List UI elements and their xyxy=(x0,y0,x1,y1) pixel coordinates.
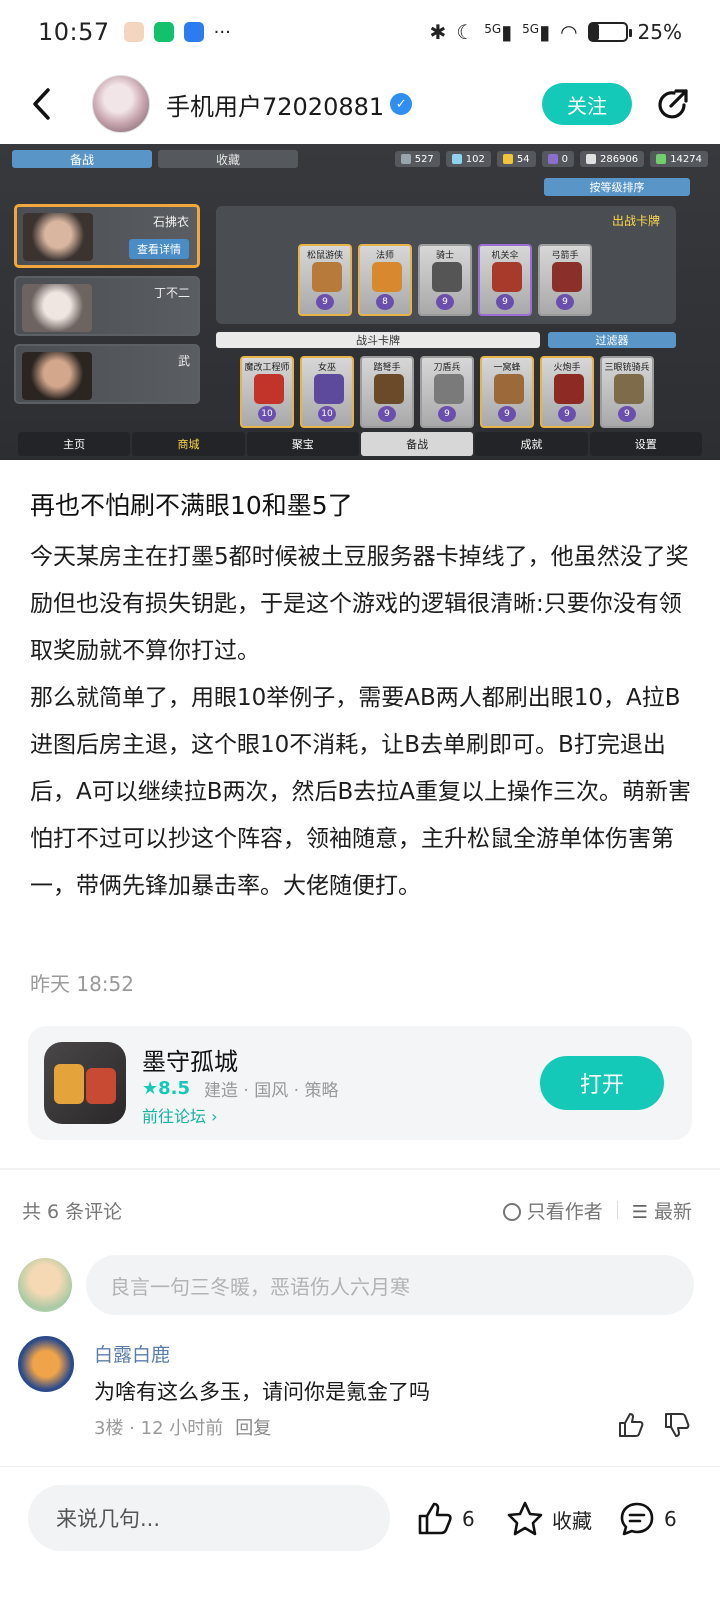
game-battle-cards: 魔改工程师 10 女巫 10 踏弩手 9 刀盾兵 9 一窝蜂 9 火炮手 9 三眼铳骑兵 9 xyxy=(240,356,654,428)
game-card: 机关伞 9 xyxy=(478,244,532,316)
post-title: 再也不怕刷不满眼10和墨5了 xyxy=(30,491,353,520)
post-body: 今天某房主在打墨5都时候被土豆服务器卡掉线了，他虽然没了奖励但也没有损失钥匙，于… xyxy=(30,534,692,910)
game-resource: 54 xyxy=(496,151,536,167)
game-resource: 286906 xyxy=(580,151,645,167)
game-top-bar: 备战 收藏 527 102 54 0 286906 14274 xyxy=(0,148,720,170)
game-hero-card: 武 xyxy=(14,344,200,404)
radio-icon xyxy=(502,1203,521,1221)
game-app-card[interactable]: 墨守孤城 ★8.5 建造 · 国风 · 策略 前往论坛 › 打开 xyxy=(28,1026,692,1140)
share-icon[interactable] xyxy=(654,85,692,123)
game-card: 女巫 10 xyxy=(300,356,354,428)
favorite-label: 收藏 xyxy=(552,1508,592,1533)
game-bottom-nav: 主页 商城 聚宝 备战 成就 设置 xyxy=(0,432,720,456)
game-card: 魔改工程师 10 xyxy=(240,356,294,428)
post-paragraph: 那么就简单了，用眼10举例子，需要AB两人都刷出眼10，A拉B进图后房主退，这个… xyxy=(30,685,692,899)
commenter-avatar[interactable] xyxy=(18,1336,74,1392)
battery-percent: 25% xyxy=(637,20,682,44)
game-sort-button: 按等级排序 xyxy=(544,178,690,196)
author-name[interactable]: 手机用户72020881 xyxy=(166,87,384,122)
comment-meta: 3楼 · 12 小时前 回复 xyxy=(94,1414,271,1440)
game-card: 弓箭手 9 xyxy=(538,244,592,316)
back-button[interactable] xyxy=(30,84,66,124)
comment-text: 为啥有这么多玉，请问你是氪金了吗 xyxy=(94,1380,430,1404)
game-hero-list: 石拂衣 查看详情 丁不二 武 xyxy=(14,204,200,412)
game-deck-cards: 松鼠游侠 9 法师 8 骑士 9 机关伞 9 弓箭手 9 xyxy=(298,244,592,316)
game-tags: 建造 · 国风 · 策略 xyxy=(204,1081,339,1101)
favorite-button[interactable]: 收藏 xyxy=(506,1499,592,1539)
game-card: 骑士 9 xyxy=(418,244,472,316)
game-card: 松鼠游侠 9 xyxy=(298,244,352,316)
forum-link[interactable]: 前往论坛 › xyxy=(142,1103,218,1127)
thumbs-up-icon[interactable] xyxy=(616,1410,646,1440)
post-timestamp: 昨天 18:52 xyxy=(30,972,134,996)
post-paragraph: 今天某房主在打墨5都时候被土豆服务器卡掉线了，他虽然没了奖励但也没有损失钥匙，于… xyxy=(30,544,689,664)
thumbs-up-icon xyxy=(418,1502,452,1535)
back-arrow-icon xyxy=(33,88,50,120)
comment-floor-time: 3楼 · 12 小时前 xyxy=(94,1418,224,1439)
bluetooth-icon: ✱ xyxy=(429,20,447,44)
game-deck-panel: 出战卡牌 松鼠游侠 9 法师 8 骑士 9 机关伞 9 弓箭手 9 xyxy=(216,206,676,324)
game-card: 法师 8 xyxy=(358,244,412,316)
game-rating: ★8.5 xyxy=(142,1078,191,1099)
chevron-right-icon: › xyxy=(211,1107,218,1126)
comment-bubble-icon xyxy=(620,1502,654,1536)
status-time: 10:57 xyxy=(38,18,110,46)
my-avatar xyxy=(18,1258,72,1312)
sort-icon: ☰ xyxy=(631,1201,648,1223)
game-app-name: 墨守孤城 xyxy=(142,1048,238,1076)
game-app-icon xyxy=(44,1042,126,1124)
game-hero-card: 石拂衣 查看详情 xyxy=(14,204,200,268)
post-header: 手机用户72020881 ✓ 关注 xyxy=(0,66,720,142)
divider xyxy=(616,1201,618,1219)
comment-count: 共 6 条评论 xyxy=(22,1200,123,1223)
game-resource: 0 xyxy=(541,151,574,167)
author-only-toggle[interactable]: 只看作者 xyxy=(502,1197,603,1224)
game-card: 踏弩手 9 xyxy=(360,356,414,428)
wifi-icon: ◠ xyxy=(560,20,578,44)
game-app-meta: ★8.5 建造 · 国风 · 策略 xyxy=(142,1076,338,1101)
wechat-icon xyxy=(153,22,174,42)
like-count: 6 xyxy=(462,1507,475,1531)
cloud-app-icon xyxy=(183,22,204,42)
verified-badge-icon: ✓ xyxy=(390,93,413,115)
section-divider xyxy=(0,1168,720,1170)
comment-input-row: 良言一句三冬暖，恶语伤人六月寒 xyxy=(18,1254,694,1316)
game-battle-cards-bar: 战斗卡牌 过滤器 xyxy=(216,332,676,348)
bottom-comment-input[interactable]: 来说几句... xyxy=(28,1485,390,1551)
comment-button[interactable]: 6 xyxy=(618,1499,677,1539)
game-resource: 14274 xyxy=(650,151,708,167)
follow-button[interactable]: 关注 xyxy=(542,83,632,125)
open-game-button[interactable]: 打开 xyxy=(540,1056,664,1110)
post-image-game-screenshot[interactable]: 备战 收藏 527 102 54 0 286906 14274 按等级排序 石拂… xyxy=(0,144,720,460)
thumbs-down-icon[interactable] xyxy=(662,1410,692,1440)
star-icon xyxy=(507,1501,543,1536)
game-card: 刀盾兵 9 xyxy=(420,356,474,428)
signal-icon-1: 5G▮ xyxy=(484,20,513,44)
game-card: 一窝蜂 9 xyxy=(480,356,534,428)
bottom-action-bar: 来说几句... 6 收藏 6 xyxy=(0,1466,720,1601)
do-not-disturb-icon: ☾ xyxy=(456,20,475,44)
game-resource: 102 xyxy=(445,151,491,167)
like-button[interactable]: 6 xyxy=(416,1499,475,1539)
reply-button[interactable]: 回复 xyxy=(235,1414,271,1440)
battery-icon xyxy=(587,22,632,42)
comment-item: 白露白鹿 为啥有这么多玉，请问你是氪金了吗 3楼 · 12 小时前 回复 xyxy=(18,1336,694,1446)
comment-input[interactable]: 良言一句三冬暖，恶语伤人六月寒 xyxy=(86,1255,694,1315)
game-card: 火炮手 9 xyxy=(540,356,594,428)
sort-button[interactable]: ☰ 最新 xyxy=(632,1197,692,1224)
qq-icon xyxy=(123,22,144,42)
game-card: 三眼铳骑兵 9 xyxy=(600,356,654,428)
more-notifications: ··· xyxy=(213,21,231,43)
signal-icon-2: 5G▮ xyxy=(522,20,551,44)
status-app-icons: ··· xyxy=(123,21,231,43)
game-hero-card: 丁不二 xyxy=(14,276,200,336)
game-tab-prepare: 备战 xyxy=(12,150,152,168)
commenter-name[interactable]: 白露白鹿 xyxy=(94,1340,170,1367)
game-resource: 527 xyxy=(394,151,440,167)
comment-count-bottom: 6 xyxy=(664,1507,677,1531)
status-bar: 10:57 ··· ✱ ☾ 5G▮ 5G▮ ◠ 25% xyxy=(0,0,720,64)
comments-header: 共 6 条评论 只看作者 ☰ 最新 xyxy=(22,1194,692,1226)
game-tab-collection: 收藏 xyxy=(158,150,298,168)
author-avatar[interactable] xyxy=(92,75,150,133)
